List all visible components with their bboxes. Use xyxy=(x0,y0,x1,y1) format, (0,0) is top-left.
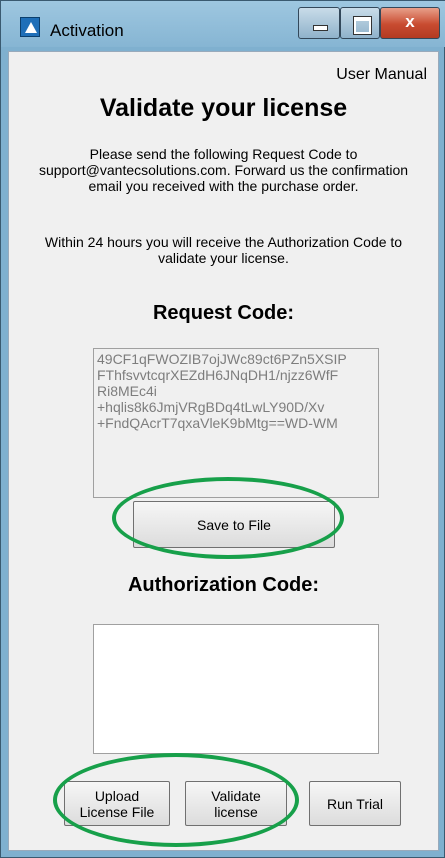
validate-license-button[interactable]: Validate license xyxy=(185,781,287,826)
maximize-button[interactable] xyxy=(340,7,380,39)
minimize-button[interactable] xyxy=(298,7,340,39)
request-code-label: Request Code: xyxy=(152,302,295,324)
minimize-icon xyxy=(313,25,328,31)
upload-license-file-button[interactable]: Upload License File xyxy=(64,781,170,826)
dialog-content: User Manual Validate your license Please… xyxy=(8,51,439,851)
user-manual-link[interactable]: User Manual xyxy=(336,66,427,84)
app-logo-icon xyxy=(20,17,40,37)
authorization-code-field[interactable] xyxy=(93,624,379,754)
activation-window: Activation x User Manual Validate your l… xyxy=(0,0,445,858)
upload-license-file-label: Upload License File xyxy=(79,787,155,820)
validate-license-label: Validate license xyxy=(211,787,261,820)
title-bar[interactable]: Activation x xyxy=(1,1,445,47)
save-to-file-label: Save to File xyxy=(197,516,271,533)
close-icon: x xyxy=(405,12,415,31)
save-to-file-button[interactable]: Save to File xyxy=(133,501,335,548)
maximize-icon xyxy=(353,16,372,35)
timeline-note: Within 24 hours you will receive the Aut… xyxy=(44,234,403,266)
close-button[interactable]: x xyxy=(380,7,440,39)
instructions-text: Please send the following Request Code t… xyxy=(38,146,409,194)
request-code-field[interactable]: 49CF1qFWOZIB7ojJWc89ct6PZn5XSIP FThfsvvt… xyxy=(93,348,379,498)
run-trial-button[interactable]: Run Trial xyxy=(309,781,401,826)
run-trial-label: Run Trial xyxy=(326,795,384,812)
window-title: Activation xyxy=(50,21,124,40)
authorization-code-label: Authorization Code: xyxy=(127,574,320,596)
page-title: Validate your license xyxy=(99,94,348,122)
